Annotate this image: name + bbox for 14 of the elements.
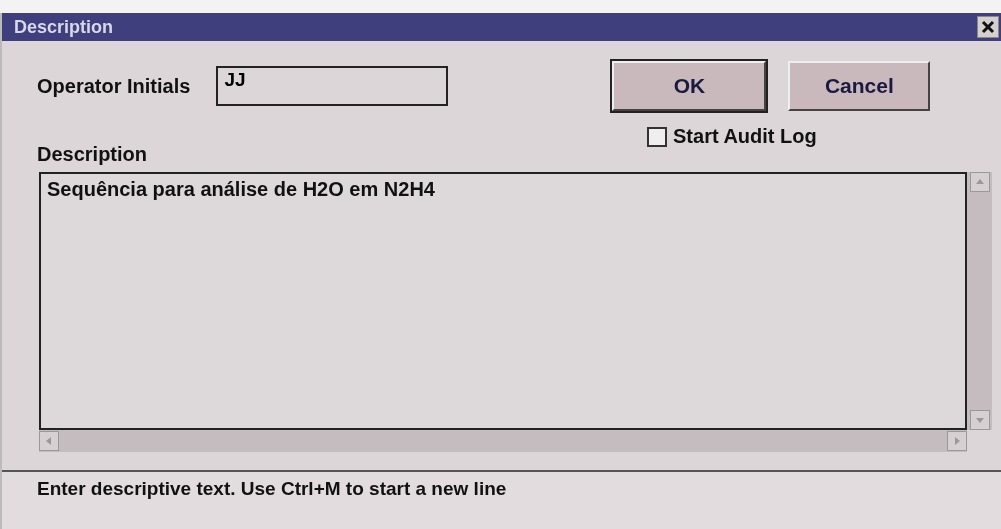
description-field[interactable]: Sequência para análise de H2O em N2H4 [39,172,967,430]
field-label: Operator Initials [37,74,191,98]
cancel-button[interactable]: Cancel [788,61,931,111]
checkbox-label[interactable]: Start Audit Log [673,125,817,148]
horizontal-scrollbar[interactable] [39,430,967,452]
field-label: Description [37,143,148,166]
checkbox[interactable] [647,126,668,147]
window-title: Description [14,16,114,38]
close-button[interactable] [977,16,999,38]
ok-button[interactable]: OK [612,61,767,111]
operator-initials-field[interactable]: JJ [216,66,449,106]
status-bar: Enter descriptive text. Use Ctrl+M to start a new line [2,470,1001,529]
vertical-scrollbar[interactable] [967,172,992,430]
close-icon [981,20,995,34]
